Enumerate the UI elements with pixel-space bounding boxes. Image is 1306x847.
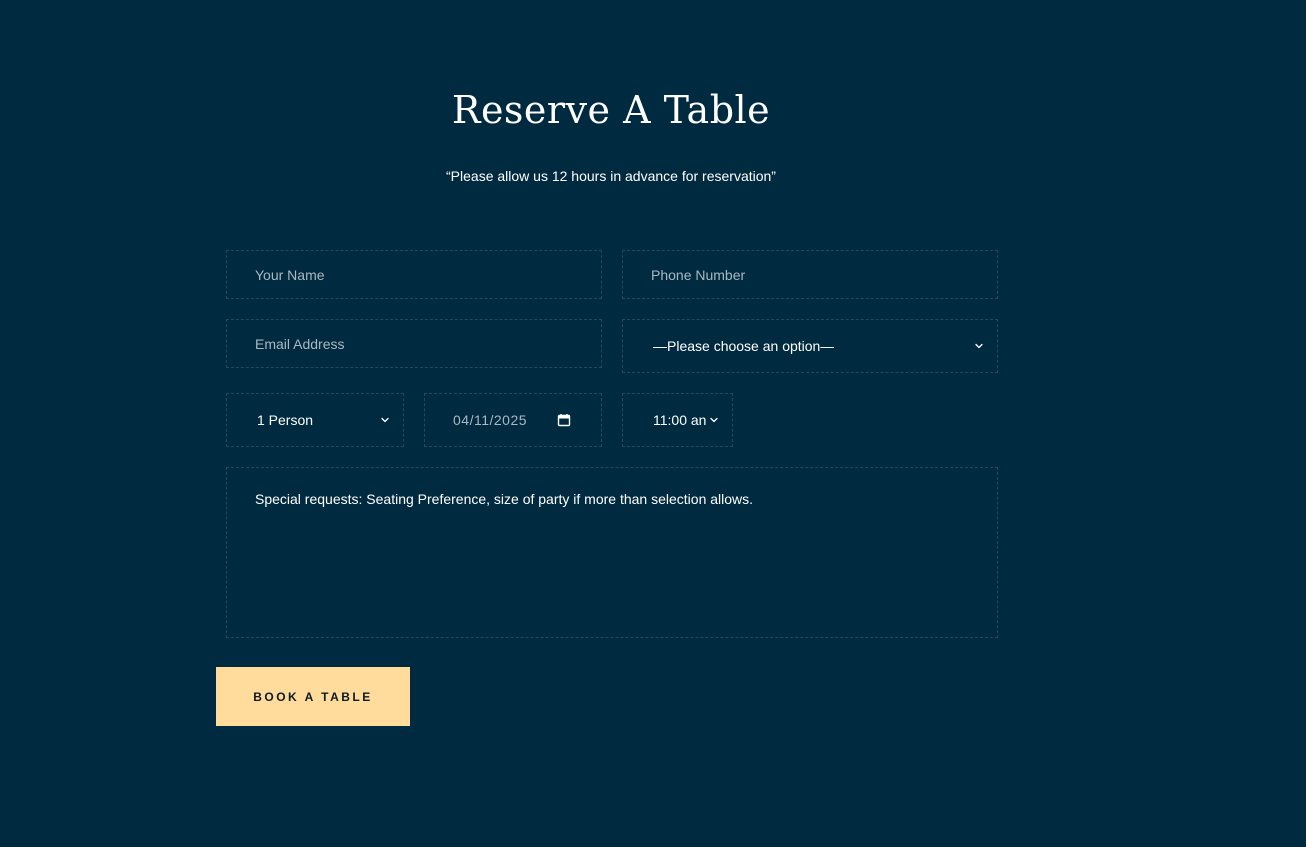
date-input[interactable]: 04/11/2025	[424, 393, 602, 447]
name-input-placeholder: Your Name	[255, 266, 325, 283]
option-select[interactable]: —Please choose an option—	[622, 319, 998, 373]
party-size-select[interactable]: 1 Person	[226, 393, 404, 447]
calendar-icon[interactable]	[557, 413, 571, 427]
party-size-value: 1 Person	[257, 412, 314, 428]
email-input[interactable]: Email Address	[226, 319, 602, 368]
chevron-down-icon	[708, 414, 720, 426]
time-select-value: 11:00 an	[653, 412, 707, 428]
time-select[interactable]: 11:00 an	[622, 393, 733, 447]
special-requests-placeholder: Special requests: Seating Preference, si…	[255, 491, 754, 507]
page-title: Reserve A Table	[451, 88, 771, 132]
page-subtitle: “Please allow us 12 hours in advance for…	[446, 168, 776, 184]
email-input-placeholder: Email Address	[255, 335, 345, 352]
phone-input-placeholder: Phone Number	[651, 266, 746, 283]
chevron-down-icon	[973, 340, 985, 352]
name-input[interactable]: Your Name	[226, 250, 602, 299]
reservation-page: Reserve A Table “Please allow us 12 hour…	[0, 0, 1306, 847]
book-table-button[interactable]: BOOK A TABLE	[216, 667, 410, 726]
chevron-down-icon	[379, 414, 391, 426]
date-input-value: 04/11/2025	[453, 412, 528, 428]
special-requests-textarea[interactable]: Special requests: Seating Preference, si…	[226, 467, 998, 638]
option-select-value: —Please choose an option—	[653, 338, 835, 354]
phone-input[interactable]: Phone Number	[622, 250, 998, 299]
